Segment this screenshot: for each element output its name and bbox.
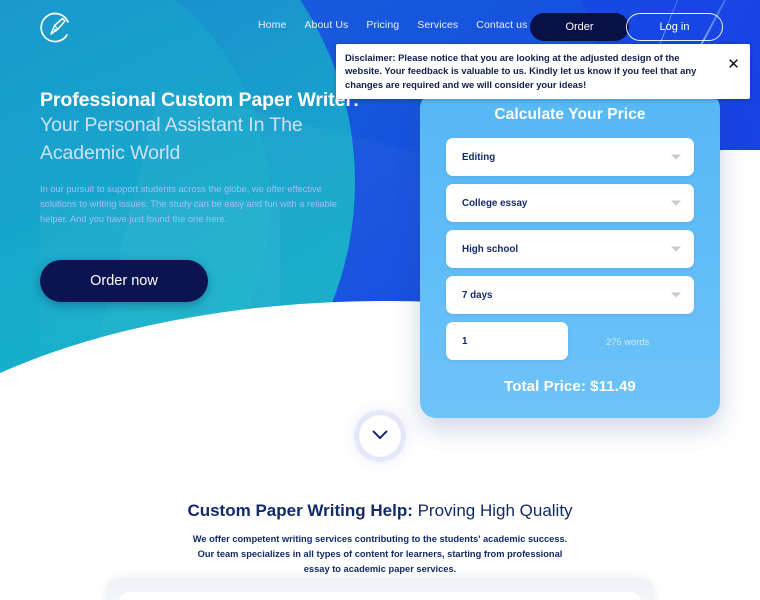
chevron-down-icon: [671, 292, 681, 298]
hero-heading-line1: Professional Custom Paper Writer:: [40, 89, 360, 111]
nav-link-home[interactable]: Home: [258, 19, 286, 31]
price-calculator-card: Calculate Your Price Editing College ess…: [420, 92, 720, 418]
section2-heading-rest: Proving High Quality: [412, 501, 573, 520]
paper-type-dropdown[interactable]: College essay: [446, 184, 694, 222]
hero-heading-line3: Academic World: [40, 142, 181, 165]
nav-link-services[interactable]: Services: [417, 19, 458, 31]
disclaimer-banner: Disclaimer: Please notice that you are l…: [336, 44, 750, 100]
calculator-title: Calculate Your Price: [494, 106, 646, 123]
paper-type-value: College essay: [462, 197, 528, 209]
hero-heading-line2: Your Personal Assistant In The: [40, 114, 303, 137]
section2-heading-bold: Custom Paper Writing Help:: [187, 501, 413, 520]
nav-link-pricing[interactable]: Pricing: [366, 19, 399, 31]
academic-level-value: High school: [462, 243, 519, 255]
total-price-label: Total Price: $11.49: [504, 378, 636, 395]
service-type-dropdown[interactable]: Editing: [446, 138, 694, 176]
order-button[interactable]: Order: [530, 13, 629, 41]
login-button[interactable]: Log in: [626, 13, 723, 41]
close-icon[interactable]: ✕: [725, 56, 742, 73]
deadline-dropdown[interactable]: 7 days: [446, 276, 694, 314]
scroll-down-button[interactable]: [359, 415, 401, 457]
quantity-row: 1 275 words: [446, 322, 694, 360]
nav-links: Home About Us Pricing Services Contact u…: [258, 19, 527, 31]
hero-paragraph: In our pursuit to support students acros…: [40, 183, 337, 224]
page-root: Home About Us Pricing Services Contact u…: [0, 0, 760, 600]
section2-heading: Custom Paper Writing Help: Proving High …: [0, 500, 760, 522]
deadline-value: 7 days: [462, 289, 493, 301]
nav-link-about-us[interactable]: About Us: [304, 19, 348, 31]
hero-copy: Professional Custom Paper Writer: Your P…: [40, 88, 370, 227]
service-type-value: Editing: [462, 151, 496, 163]
nav-link-contact-us[interactable]: Contact us: [476, 19, 527, 31]
order-now-button[interactable]: Order now: [40, 260, 208, 302]
writing-help-section: Custom Paper Writing Help: Proving High …: [0, 500, 760, 577]
chevron-down-icon: [671, 246, 681, 252]
chevron-down-icon: [671, 154, 681, 160]
word-count-label: 275 words: [606, 335, 650, 347]
quantity-input[interactable]: 1: [446, 322, 568, 360]
disclaimer-text: Disclaimer: Please notice that you are l…: [345, 52, 697, 90]
academic-level-dropdown[interactable]: High school: [446, 230, 694, 268]
section2-paragraph: We offer competent writing services cont…: [192, 534, 568, 575]
bottom-card-inner: [118, 592, 642, 600]
chevron-down-icon: [372, 427, 388, 445]
chevron-down-icon: [671, 200, 681, 206]
quantity-value: 1: [462, 335, 468, 347]
pen-circle-logo-icon[interactable]: [38, 10, 74, 46]
